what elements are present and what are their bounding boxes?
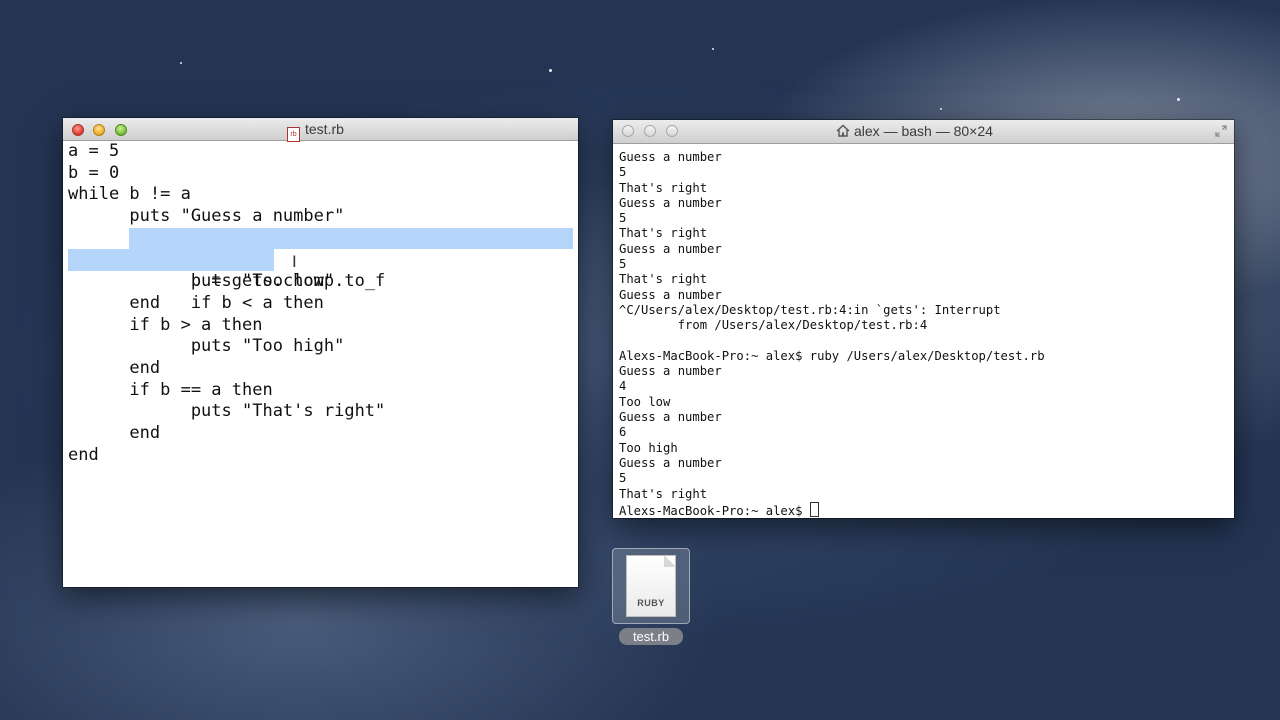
terminal-line: Too low [619,394,671,409]
close-button[interactable] [72,124,84,136]
ruby-document-icon: RUBY [626,555,676,617]
terminal-line: 6 [619,425,627,440]
terminal-line: 4 [619,379,627,394]
terminal-cursor [809,501,819,517]
code-line: puts "Guess a number" [68,206,345,227]
editor-title-label: test.rb [305,121,344,137]
editor-titlebar[interactable]: rb test.rb [63,118,578,142]
terminal-line: Alexs-MacBook-Pro:~ alex$ ruby /Users/al… [619,348,1045,363]
terminal-line: 5 [619,471,627,486]
minimize-button[interactable] [93,124,105,136]
terminal-window[interactable]: alex — bash — 80×24 Guess a number 5 Tha… [613,120,1234,518]
code-line: b = 0 [68,162,120,183]
code-line: end [68,292,161,313]
code-line: while b != a [68,184,191,205]
terminal-line: That's right [619,272,708,287]
terminal-line: Guess a number [619,195,722,210]
selection-highlight [129,227,573,250]
terminal-line: 5 [619,211,627,226]
terminal-prompt-line[interactable]: Alexs-MacBook-Pro:~ alex$ [619,501,1234,518]
terminal-titlebar[interactable]: alex — bash — 80×24 [613,120,1234,144]
star [940,108,942,110]
terminal-line: That's right [619,180,708,195]
code-line: end [68,444,99,465]
star [712,48,714,50]
terminal-line: Guess a number [619,410,722,425]
terminal-line: 5 [619,257,627,272]
code-line: puts "That's right" [68,401,386,422]
terminal-line: That's right [619,486,708,501]
code-line: end [68,357,161,378]
zoom-button[interactable] [666,125,678,137]
minimize-button[interactable] [644,125,656,137]
terminal-line: That's right [619,226,708,241]
code-line: a = 5 [68,141,120,161]
terminal-line: Too high [619,440,678,455]
star [180,62,182,64]
code-line: if b == a then [68,379,273,400]
star [549,69,552,72]
close-button[interactable] [622,125,634,137]
terminal-line: Guess a number [619,287,722,302]
terminal-title: alex — bash — 80×24 [836,120,993,143]
text-cursor-icon: I [292,252,297,272]
editor-title: rb test.rb [287,118,344,142]
terminal-prompt: Alexs-MacBook-Pro:~ alex$ [619,503,810,518]
code-line-selected: b = gets.chomp.to_f [63,227,578,291]
terminal-line: Guess a number [619,150,722,164]
page-fold [664,555,676,567]
code-line: puts "Too low" [68,271,335,292]
code-line-selected: if b < a then I [63,249,578,313]
terminal-title-label: alex — bash — 80×24 [854,123,993,139]
code-line: if b > a then [68,314,263,335]
terminal-output[interactable]: Guess a number 5 That's right Guess a nu… [613,144,1234,518]
terminal-line: from /Users/alex/Desktop/test.rb:4 [619,318,928,333]
desktop-file-label[interactable]: test.rb [619,628,683,645]
editor-window[interactable]: rb test.rb a = 5 b = 0 while b != a puts … [63,118,578,587]
terminal-line: Guess a number [619,455,722,470]
home-icon [836,124,850,137]
code-line: end [68,422,161,443]
desktop-file-icon[interactable]: RUBY [612,548,690,624]
selection-highlight [68,249,274,272]
file-type-tag: RUBY [637,598,665,608]
fullscreen-icon[interactable] [1214,124,1228,138]
terminal-line: Guess a number [619,364,722,379]
code-editor[interactable]: a = 5 b = 0 while b != a puts "Guess a n… [63,141,578,587]
zoom-button[interactable] [115,124,127,136]
star [1177,98,1180,101]
ruby-file-icon: rb [287,127,300,142]
terminal-line: ^C/Users/alex/Desktop/test.rb:4:in `gets… [619,302,1001,317]
code-line: puts "Too high" [68,336,345,357]
terminal-line: 5 [619,165,627,180]
terminal-line: Guess a number [619,241,722,256]
